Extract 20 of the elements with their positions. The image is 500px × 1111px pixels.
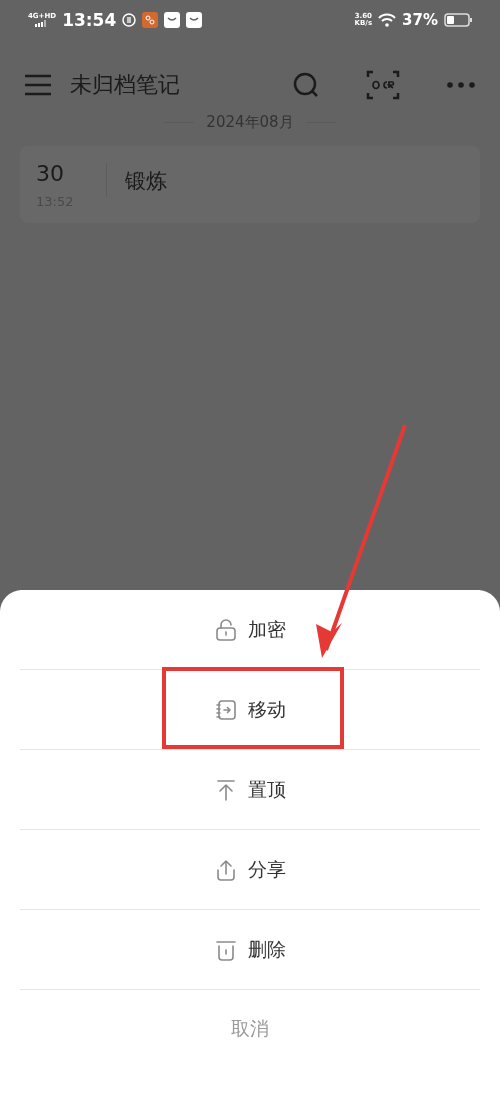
padlock-icon — [214, 617, 238, 642]
circle-icon — [122, 13, 137, 27]
menu-item[interactable]: 移动 — [20, 670, 480, 750]
wifi-icon — [378, 13, 397, 27]
pin-to-top-icon — [214, 777, 238, 802]
more-icon[interactable] — [446, 81, 476, 89]
note-day: 30 — [36, 160, 106, 186]
battery-icon — [444, 13, 472, 27]
message-icon — [186, 12, 203, 28]
note-title: 锻炼 — [125, 167, 167, 195]
message-icon — [164, 12, 181, 28]
app-notification-icon — [142, 12, 159, 28]
page-title: 未归档笔记 — [70, 71, 181, 99]
menu-item[interactable]: 加密 — [20, 590, 480, 670]
share-icon — [214, 857, 238, 882]
battery-percent: 37% — [402, 11, 438, 29]
search-icon[interactable] — [292, 71, 320, 99]
menu-icon[interactable] — [24, 74, 52, 96]
clock-time: 13:54 — [62, 10, 117, 30]
notebook-arrow-icon — [214, 697, 238, 722]
